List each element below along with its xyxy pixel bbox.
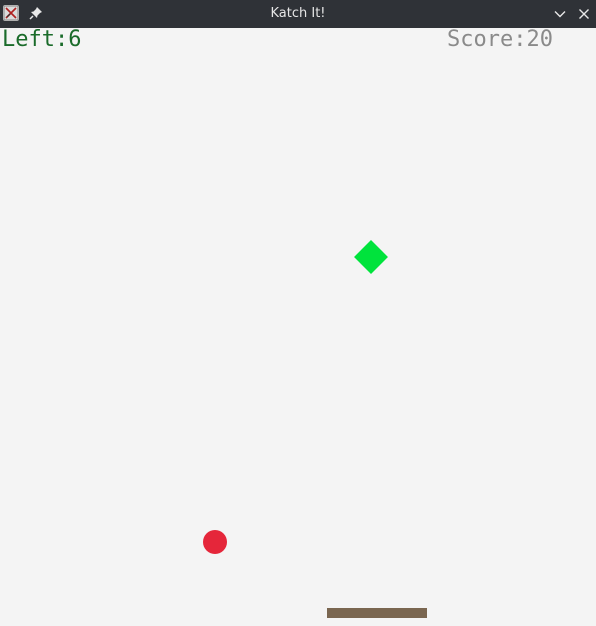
- title-bar[interactable]: Katch It!: [0, 0, 596, 28]
- lives-left-counter: Left:6: [2, 27, 82, 52]
- catcher-paddle[interactable]: [327, 608, 427, 618]
- chevron-down-icon[interactable]: [552, 6, 568, 22]
- close-icon[interactable]: [576, 6, 592, 22]
- game-window: Katch It! Left:6 Score:20: [0, 0, 596, 626]
- score-counter: Score:20: [447, 27, 553, 52]
- falling-ball: [203, 530, 227, 554]
- pin-icon[interactable]: [28, 5, 44, 21]
- app-icon[interactable]: [3, 5, 19, 21]
- game-canvas[interactable]: Left:6 Score:20: [0, 28, 596, 626]
- falling-diamond: [354, 240, 388, 274]
- window-title: Katch It!: [270, 6, 326, 21]
